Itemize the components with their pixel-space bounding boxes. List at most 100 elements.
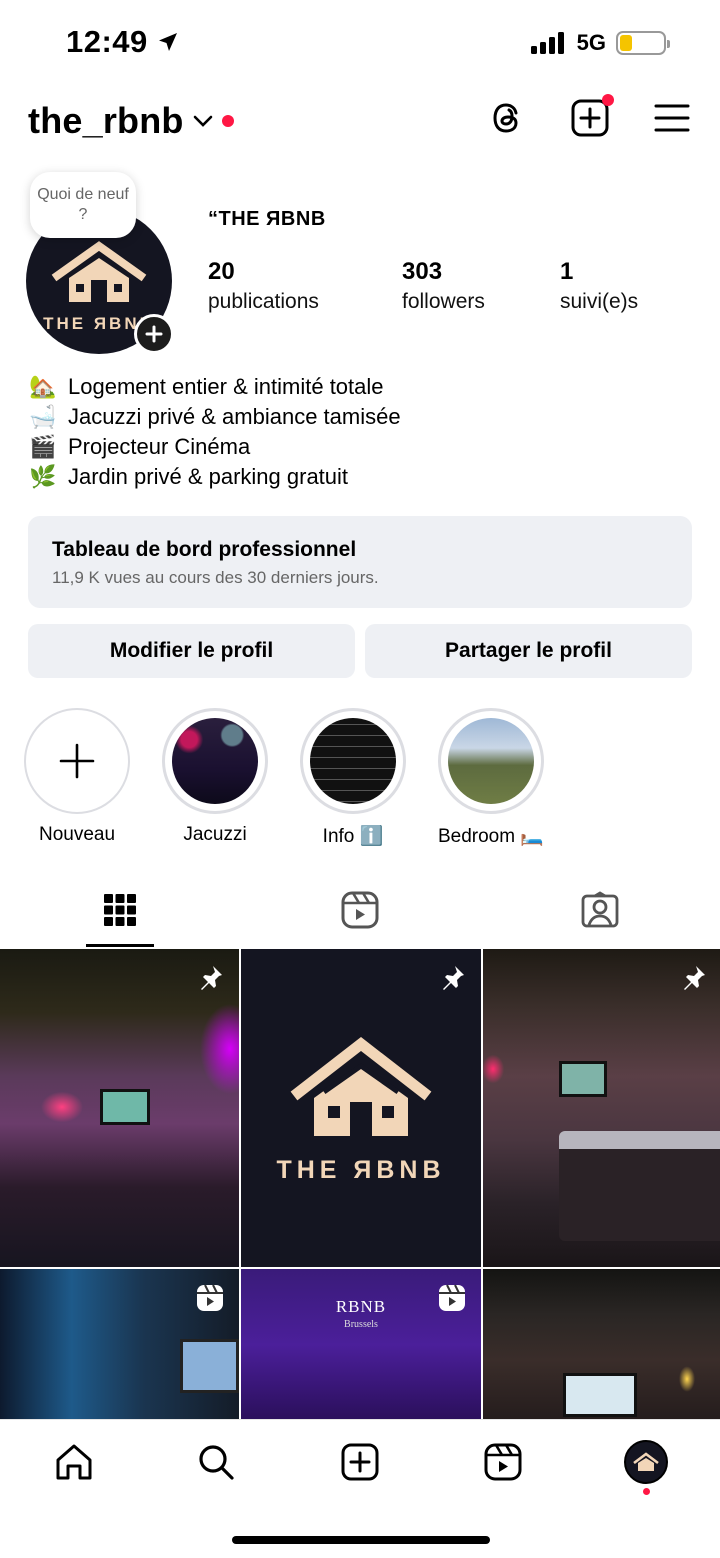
professional-dashboard[interactable]: Tableau de bord professionnel 11,9 K vue… [28, 516, 692, 608]
add-story-button[interactable] [134, 314, 174, 354]
note-bubble-text: Quoi de neuf ? [37, 186, 129, 223]
highlight-thumbnail [172, 718, 258, 804]
bio-text: Projecteur Cinéma [68, 434, 251, 459]
edit-profile-button[interactable]: Modifier le profil [28, 624, 355, 678]
grid-icon [104, 894, 136, 926]
network-label: 5G [576, 30, 606, 55]
stat-label: publications [208, 290, 319, 313]
stat-label: suivi(e)s [560, 290, 639, 313]
plus-icon [59, 743, 95, 779]
pin-icon [684, 966, 705, 990]
stat-value: 303 [402, 258, 443, 285]
house-logo-icon [633, 1452, 659, 1471]
highlight-thumbnail [448, 718, 534, 804]
home-icon [56, 1444, 92, 1480]
highlight-label: Jacuzzi [183, 824, 247, 845]
reel-icon [439, 1284, 465, 1311]
post-thumbnail[interactable]: RBNB Brussels [241, 1269, 481, 1419]
clapperboard-emoji-icon: 🎬 [29, 434, 57, 459]
profile-header: the_rbnb [0, 92, 720, 156]
bio-line: 🎬 Projecteur Cinéma [28, 432, 401, 462]
tab-tagged[interactable] [480, 872, 720, 948]
tab-posts-grid[interactable] [0, 872, 240, 948]
house-emoji-icon: 🏡 [29, 374, 57, 399]
bio-line: 🛁 Jacuzzi privé & ambiance tamisée [28, 402, 401, 432]
home-indicator [232, 1536, 490, 1544]
post-tv-screen [563, 1373, 637, 1417]
signal-icon [530, 32, 564, 54]
bio-line: 🏡 Logement entier & intimité totale [28, 372, 401, 402]
profile-bio: 🏡 Logement entier & intimité totale 🛁 Ja… [28, 372, 401, 492]
create-post-icon [341, 1443, 379, 1481]
post-logo-text: THE ЯBNB [276, 1155, 446, 1184]
reels-icon [341, 891, 379, 929]
post-thumbnail[interactable] [0, 949, 239, 1267]
display-name: “THE ЯBNB [208, 208, 326, 230]
post-overlay-subtitle: Brussels [344, 1319, 378, 1330]
highlight-jacuzzi[interactable]: Jacuzzi [145, 708, 285, 846]
threads-icon [493, 103, 518, 133]
battery-icon [616, 31, 670, 55]
post-tv-screen [100, 1089, 150, 1125]
post-thumbnail[interactable] [0, 1269, 239, 1419]
nav-home[interactable] [52, 1440, 96, 1484]
note-bubble[interactable]: Quoi de neuf ? [30, 172, 136, 238]
time-text: 12:49 [66, 24, 148, 59]
bio-text: Jacuzzi privé & ambiance tamisée [68, 404, 401, 429]
stat-label: followers [402, 290, 485, 313]
highlight-label: Info ℹ️ [322, 826, 384, 847]
post-thumbnail-logo[interactable]: THE ЯBNB [241, 949, 481, 1267]
nav-reels[interactable] [481, 1440, 525, 1484]
highlight-label: Bedroom 🛏️ [437, 826, 545, 847]
post-tv-screen [180, 1339, 239, 1393]
bathtub-emoji-icon: 🛁 [29, 404, 57, 429]
dashboard-subtitle: 11,9 K vues au cours des 30 derniers jou… [52, 568, 379, 587]
threads-button[interactable] [488, 98, 528, 138]
profile-avatar-small [624, 1440, 668, 1484]
status-bar: 12:49 5G [0, 0, 720, 88]
post-thumbnail[interactable] [483, 949, 720, 1267]
notification-dot [221, 115, 234, 127]
highlight-label: Nouveau [38, 824, 116, 845]
story-highlights: Nouveau Jacuzzi Info ℹ️ Bedroom 🛏️ [0, 708, 720, 858]
username: the_rbnb [28, 100, 184, 141]
nav-search[interactable] [194, 1440, 238, 1484]
active-tab-indicator [86, 944, 154, 947]
stat-value: 20 [208, 258, 235, 285]
content-tabs [0, 872, 720, 948]
highlight-thumbnail [310, 718, 396, 804]
menu-icon [654, 104, 690, 132]
highlight-new[interactable]: Nouveau [7, 708, 147, 846]
chevron-down-icon [193, 115, 212, 127]
stat-following[interactable]: 1 suivi(e)s [560, 258, 680, 314]
bio-line: 🌿 Jardin privé & parking gratuit [28, 462, 401, 492]
tagged-person-icon [581, 891, 619, 928]
profile-stats: 20 publications 303 followers 1 suivi(e)… [208, 258, 680, 314]
account-switcher[interactable]: the_rbnb [28, 100, 234, 142]
search-icon [199, 1445, 234, 1480]
pin-icon [201, 966, 222, 990]
post-thumbnail[interactable] [483, 1269, 720, 1419]
stat-followers[interactable]: 303 followers [402, 258, 560, 314]
bio-text: Logement entier & intimité totale [68, 374, 384, 399]
profile-notification-dot [643, 1488, 650, 1495]
new-post-notification-dot [602, 94, 614, 106]
menu-button[interactable] [652, 98, 692, 138]
share-profile-button[interactable]: Partager le profil [365, 624, 692, 678]
status-time: 12:49 [66, 24, 180, 60]
nav-profile[interactable] [624, 1440, 668, 1484]
new-post-button[interactable] [570, 94, 614, 138]
highlight-info[interactable]: Info ℹ️ [283, 708, 423, 848]
post-tv-screen [559, 1061, 607, 1097]
stat-value: 1 [560, 258, 574, 285]
location-arrow-icon [158, 33, 177, 51]
nav-create[interactable] [338, 1440, 382, 1484]
tab-reels[interactable] [240, 872, 480, 948]
posts-grid: THE ЯBNB RBNB Brussels [0, 949, 720, 1419]
house-logo-icon [290, 1036, 432, 1136]
herb-emoji-icon: 🌿 [29, 464, 57, 489]
highlight-bedroom[interactable]: Bedroom 🛏️ [421, 708, 561, 848]
pin-icon [443, 966, 464, 990]
stat-publications[interactable]: 20 publications [208, 258, 402, 314]
reel-icon [197, 1284, 223, 1311]
